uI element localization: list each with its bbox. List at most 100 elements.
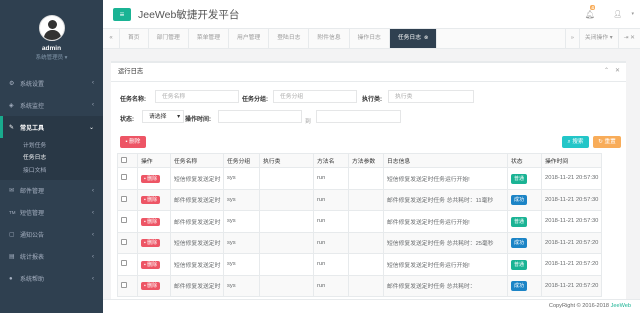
table-row[interactable]: ▪ 删除 短信修复发送定时 sys run 短信修复发送定时任务 总共耗时：25毫秒 成功… [117, 231, 602, 254]
tab-attachments[interactable]: 附件信息 [309, 29, 350, 48]
gear-icon: ⚙ [9, 80, 15, 87]
sidebar-item-reports[interactable]: ▤ 统计报表 ‹ [0, 246, 103, 268]
task-group-input[interactable]: 任务分组 [273, 90, 357, 103]
col-header[interactable]: 日志信息 [383, 153, 508, 168]
sidebar-item-sms[interactable]: TM 短信管理 ‹ [0, 202, 103, 224]
sidebar-item-system-monitor[interactable]: ◈ 系统监控 ‹ [0, 94, 103, 116]
search-button[interactable]: ⌕ 搜索 [562, 136, 589, 148]
table-row[interactable]: ▪ 删除 短信修复发送定时 sys run 短信修复发送定时任务运行开始! 普通 2018-… [117, 253, 602, 276]
row-delete-button[interactable]: ▪ 删除 [141, 239, 161, 248]
row-delete-button[interactable]: ▪ 删除 [141, 174, 161, 183]
user-icon: 👤︎ [613, 11, 622, 18]
row-checkbox-cell[interactable] [117, 167, 138, 190]
tabs: 首页 部门管理 菜单管理 用户管理 登陆日志 附件信息 操作日志 任务日志 ⊗ [120, 29, 565, 48]
reset-button[interactable]: ↻ 重置 [593, 136, 621, 148]
row-checkbox[interactable] [121, 217, 127, 224]
task-name-cell: 邮件修复发送定时 [170, 210, 224, 233]
user-menu-caret-icon[interactable]: ▾ [631, 11, 634, 17]
sidebar-item-common-tools[interactable]: ✎ 常见工具 ⌄ [0, 116, 103, 138]
row-delete-button[interactable]: ▪ 删除 [141, 282, 161, 291]
tab-login-log[interactable]: 登陆日志 [269, 29, 310, 48]
status-select[interactable]: 请选择 ▾ [142, 110, 184, 123]
exec-class-cell [259, 253, 314, 276]
delete-button[interactable]: ▪ 删除 [120, 136, 146, 148]
status-badge: 普通 [511, 173, 528, 184]
sidebar-item-help[interactable]: ● 系统帮助 ‹ [0, 268, 103, 290]
row-checkbox-cell[interactable] [117, 253, 138, 276]
tab-menu[interactable]: 菜单管理 [189, 29, 230, 48]
row-checkbox[interactable] [121, 260, 127, 267]
tab-dept[interactable]: 部门管理 [149, 29, 189, 48]
row-delete-button[interactable]: ▪ 删除 [141, 217, 161, 226]
sidebar-item-system-settings[interactable]: ⚙ 系统设置 ‹ [0, 72, 103, 94]
row-checkbox-cell[interactable] [117, 210, 138, 233]
row-action-cell: ▪ 删除 [137, 188, 171, 211]
task-name-cell: 短信修复发送定时 [170, 167, 224, 190]
row-delete-button[interactable]: ▪ 删除 [141, 196, 161, 205]
sidebar-subitem-scheduled-tasks[interactable]: 计划任务 [0, 138, 103, 151]
footer-brand-link[interactable]: JeeWeb [611, 303, 631, 309]
tab-operation-log[interactable]: 操作日志 [350, 29, 390, 48]
user-role-dropdown[interactable]: 系统管理员 ▾ [0, 53, 103, 61]
row-checkbox-cell[interactable] [117, 188, 138, 211]
row-delete-button[interactable]: ▪ 删除 [141, 260, 161, 269]
table-row[interactable]: ▪ 删除 邮件修复发送定时 sys run 邮件修复发送定时任务运行开始! 普通 2018-… [117, 210, 602, 233]
row-checkbox-cell[interactable] [117, 274, 138, 297]
close-operations-dropdown[interactable]: 关闭操作 ▾ [580, 29, 619, 48]
exec-class-label: 执行类: [362, 97, 382, 103]
method-name-cell: run [313, 210, 349, 233]
select-all-checkbox[interactable] [117, 153, 138, 168]
col-header[interactable]: 操作时间 [541, 153, 602, 168]
task-name-input[interactable]: 任务名称 [155, 90, 239, 103]
chevron-down-icon: ▾ [177, 114, 180, 120]
table-row[interactable]: ▪ 删除 邮件修复发送定时 sys run 邮件修复发送定时任务 总共耗时： 成功 2018… [117, 274, 602, 297]
sidebar-item-notices[interactable]: ▢ 通知公告 ‹ [0, 224, 103, 246]
tab-home[interactable]: 首页 [120, 29, 149, 48]
col-header[interactable]: 操作 [137, 153, 171, 168]
exec-class-input[interactable]: 执行类 [388, 90, 474, 103]
tab-scroll-right-button[interactable]: » [566, 29, 580, 48]
sms-icon: TM [9, 210, 16, 215]
sidebar-subitem-api-docs[interactable]: 接口文档 [0, 163, 103, 176]
tab-task-log[interactable]: 任务日志 ⊗ [389, 29, 438, 48]
status-badge: 普通 [511, 259, 528, 270]
col-header[interactable]: 任务分组 [223, 153, 260, 168]
hamburger-icon: ≡ [119, 10, 125, 19]
user-menu-button[interactable]: 👤︎ [613, 10, 622, 18]
notification-button[interactable]: 🔔︎ 4 [585, 5, 596, 19]
tab-users[interactable]: 用户管理 [229, 29, 270, 48]
operation-time-cell: 2018-11-21 20:57:20 [541, 274, 602, 297]
task-name-cell: 邮件修复发送定时 [170, 274, 224, 297]
time-end-input[interactable] [316, 110, 401, 123]
table-row[interactable]: ▪ 删除 邮件修复发送定时 sys run 邮件修复发送定时任务 总共耗时：11毫秒 成功… [117, 188, 602, 211]
row-checkbox[interactable] [121, 174, 127, 181]
row-checkbox-cell[interactable] [117, 231, 138, 254]
close-icon[interactable]: ⊗ [424, 35, 428, 41]
sidebar-subitem-task-log[interactable]: 任务日志 [0, 151, 103, 164]
row-action-cell: ▪ 删除 [137, 210, 171, 233]
tab-scroll-left-button[interactable]: « [103, 29, 120, 48]
task-name-label: 任务名称: [120, 97, 146, 103]
col-header[interactable]: 任务名称 [170, 153, 224, 168]
username: admin [41, 45, 62, 52]
table-row[interactable]: ▪ 删除 短信修复发送定时 sys run 短信修复发送定时任务运行开始! 普通 2018-… [117, 167, 602, 190]
col-header[interactable]: 方法参数 [348, 153, 384, 168]
close-all-tabs-button[interactable]: ⇥ ✕ [619, 29, 640, 48]
collapse-icon[interactable]: ⌃ [604, 68, 609, 74]
col-header[interactable]: 方法名 [313, 153, 349, 168]
method-name-cell: run [313, 231, 349, 254]
avatar[interactable] [38, 15, 65, 41]
col-header[interactable]: 状态 [507, 153, 542, 168]
row-checkbox[interactable] [121, 238, 127, 245]
close-icon[interactable]: ✕ [615, 68, 620, 74]
row-checkbox[interactable] [121, 195, 127, 202]
sidebar-item-mail[interactable]: ✉ 邮件管理 ‹ [0, 180, 103, 202]
menu-toggle-button[interactable]: ≡ [113, 8, 131, 21]
time-label: 操作时间: [185, 117, 211, 123]
col-header[interactable]: 执行类 [259, 153, 314, 168]
row-checkbox[interactable] [121, 281, 127, 288]
time-start-input[interactable] [218, 110, 302, 123]
row-action-cell: ▪ 删除 [137, 167, 171, 190]
task-group-cell: sys [223, 188, 260, 211]
task-group-cell: sys [223, 231, 260, 254]
